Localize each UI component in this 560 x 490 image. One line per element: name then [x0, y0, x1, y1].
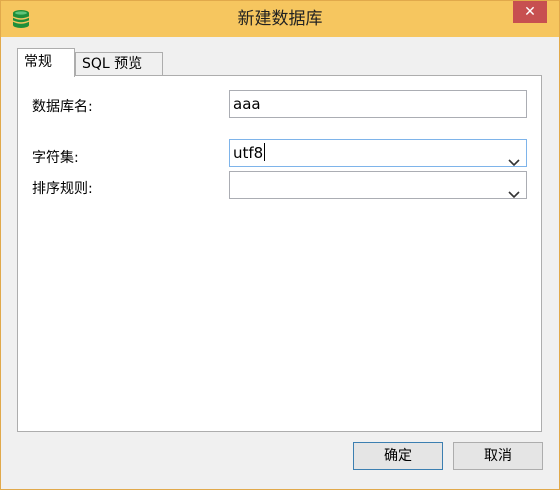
charset-label: 字符集: [32, 150, 79, 166]
collation-label: 排序规则: [32, 181, 93, 197]
collation-select[interactable] [229, 171, 527, 199]
db-name-input[interactable]: aaa [229, 90, 527, 118]
tab-panel-general: 数据库名: aaa 字符集: utf8 排序规则: [17, 75, 542, 432]
ok-button[interactable]: 确定 [353, 442, 443, 470]
tab-general[interactable]: 常规 [17, 48, 75, 77]
text-cursor [264, 143, 266, 161]
tab-strip: 常规 SQL 预览 [17, 48, 557, 77]
dialog-window: 新建数据库 ✕ 常规 SQL 预览 数据库名: aaa 字符集: utf8 排序… [0, 0, 560, 490]
db-name-label: 数据库名: [32, 99, 93, 115]
charset-value: utf8 [233, 144, 264, 162]
dialog-title: 新建数据库 [237, 9, 323, 29]
cancel-button[interactable]: 取消 [453, 442, 543, 470]
title-bar[interactable]: 新建数据库 ✕ [1, 1, 559, 37]
close-button[interactable]: ✕ [513, 1, 547, 23]
charset-select[interactable]: utf8 [229, 139, 527, 167]
db-name-value: aaa [233, 95, 261, 113]
chevron-down-icon[interactable] [508, 181, 520, 199]
tab-sql-preview[interactable]: SQL 预览 [75, 52, 163, 76]
chevron-down-icon[interactable] [508, 149, 520, 167]
